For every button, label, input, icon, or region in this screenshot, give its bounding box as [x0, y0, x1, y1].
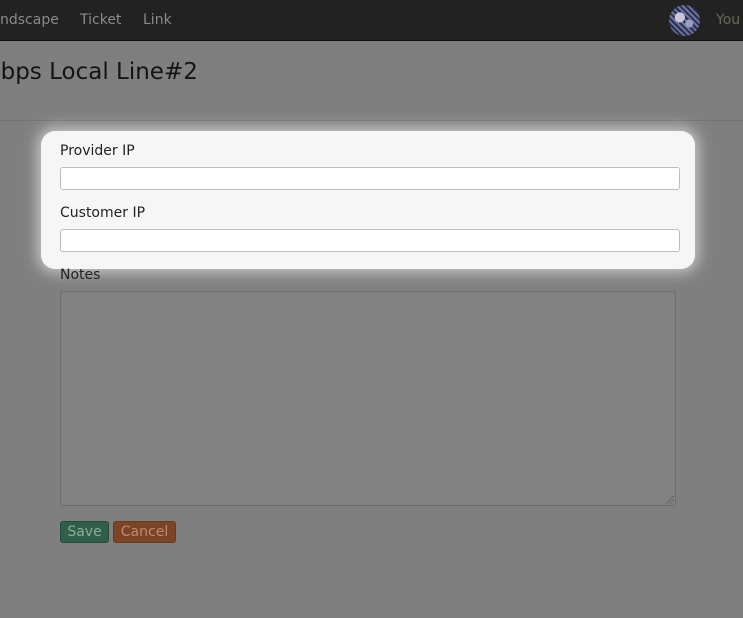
page-header: Sbps Local Line#2: [0, 41, 743, 121]
cancel-button[interactable]: Cancel: [113, 521, 176, 543]
nav-item-link[interactable]: Link: [143, 0, 172, 40]
user-avatar[interactable]: [669, 5, 700, 36]
customer-ip-label: Customer IP: [60, 205, 146, 221]
resize-handle-icon[interactable]: [666, 496, 674, 504]
top-navbar: ndscape Ticket Link You: [0, 0, 743, 41]
user-name[interactable]: You: [716, 0, 743, 40]
provider-ip-input[interactable]: [60, 167, 680, 190]
page-title: Sbps Local Line#2: [0, 59, 198, 85]
notes-label: Notes: [60, 267, 101, 283]
save-button[interactable]: Save: [60, 521, 109, 543]
customer-ip-input[interactable]: [60, 229, 680, 252]
nav-item-ticket[interactable]: Ticket: [80, 0, 121, 40]
nav-item-landscape[interactable]: ndscape: [0, 0, 59, 40]
notes-textarea[interactable]: [60, 291, 676, 506]
provider-ip-label: Provider IP: [60, 143, 135, 159]
